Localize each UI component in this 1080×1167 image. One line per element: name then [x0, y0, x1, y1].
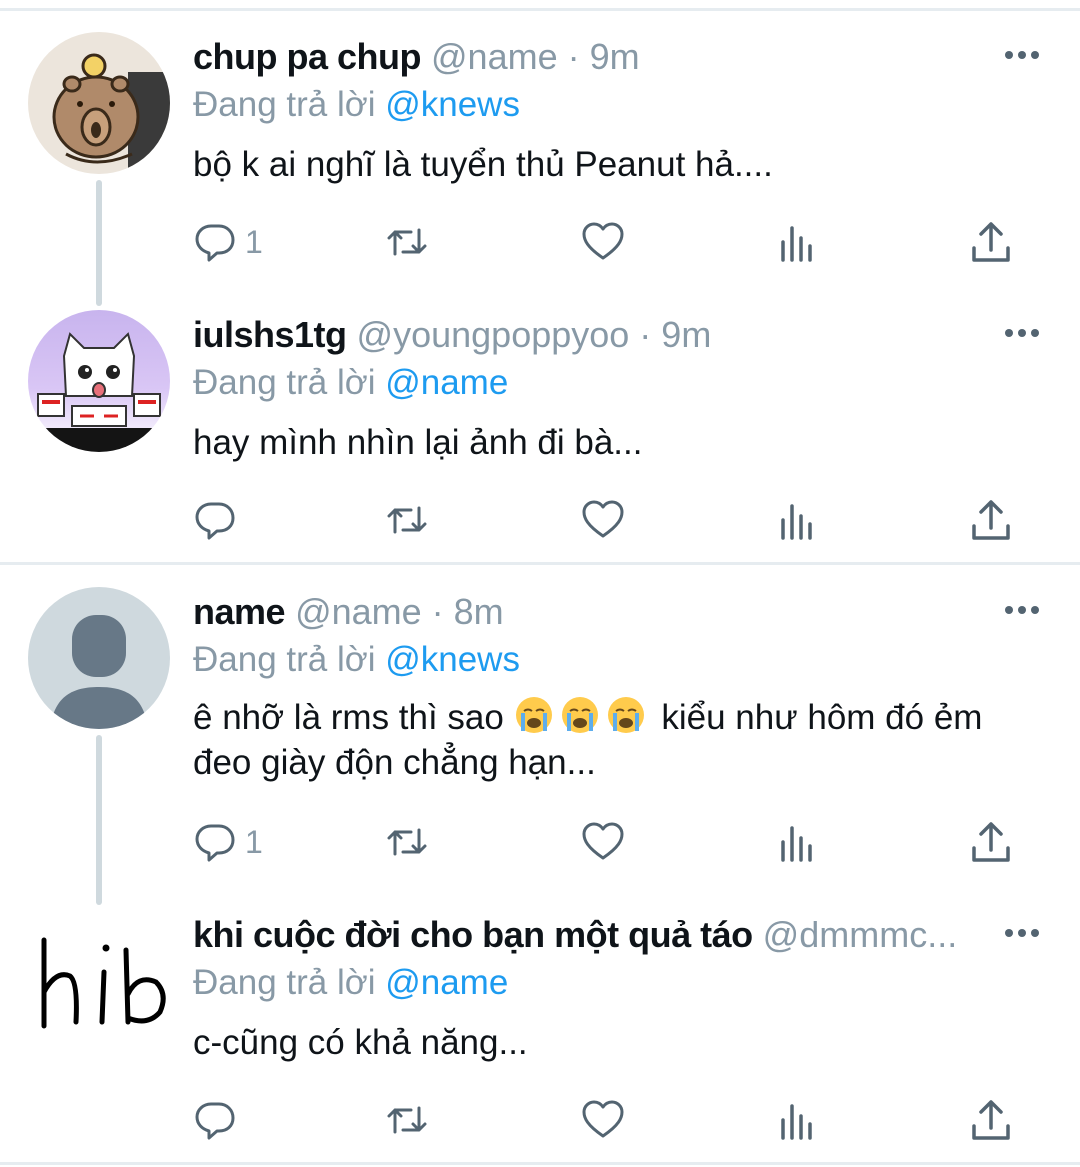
- more-icon[interactable]: [1002, 40, 1042, 70]
- display-name[interactable]: khi cuộc đời cho bạn một quả táo: [193, 914, 753, 955]
- like-button[interactable]: [581, 812, 625, 872]
- avatar[interactable]: [28, 587, 170, 729]
- divider-middle: [0, 562, 1080, 565]
- retweet-button[interactable]: [385, 212, 429, 272]
- tweet-text-start: ê nhỡ là rms thì sao: [193, 698, 504, 737]
- retweet-icon: [387, 228, 427, 256]
- tweet-text: hay mình nhìn lại ảnh đi bà...: [193, 423, 643, 462]
- display-name[interactable]: name: [193, 591, 286, 632]
- tweet-text: c-cũng có khả năng...: [193, 1023, 528, 1062]
- replying-label: Đang trả lời: [193, 640, 376, 679]
- avatar[interactable]: [28, 310, 170, 452]
- heart-icon: [582, 822, 624, 860]
- crying-face-icon: [607, 697, 644, 733]
- divider-top: [0, 8, 1080, 11]
- share-icon: [972, 222, 1010, 262]
- tweet-text: bộ k ai nghĩ là tuyển thủ Peanut hả....: [193, 145, 773, 184]
- reply-icon: [195, 224, 235, 262]
- views-icon: [781, 826, 812, 862]
- reply-count: 1: [245, 823, 263, 860]
- replying-mention[interactable]: @knews: [385, 640, 520, 679]
- share-icon: [972, 500, 1010, 540]
- replying-mention[interactable]: @name: [385, 963, 508, 1002]
- avatar[interactable]: [28, 32, 170, 174]
- display-name[interactable]: iulshs1tg: [193, 314, 347, 355]
- reply-button[interactable]: [193, 490, 245, 550]
- reply-icon: [195, 1102, 235, 1140]
- heart-icon: [582, 222, 624, 260]
- replying-label: Đang trả lời: [193, 963, 376, 1002]
- share-button[interactable]: [969, 212, 1013, 272]
- tweet[interactable]: khi cuộc đời cho bạn một quả táo @dmmmc.…: [0, 910, 1080, 1160]
- views-button[interactable]: [775, 1090, 819, 1150]
- views-button[interactable]: [775, 212, 819, 272]
- retweet-button[interactable]: [385, 490, 429, 550]
- views-button[interactable]: [775, 812, 819, 872]
- share-button[interactable]: [969, 812, 1013, 872]
- more-icon[interactable]: [1002, 318, 1042, 348]
- views-icon: [781, 1104, 812, 1140]
- like-button[interactable]: [581, 1090, 625, 1150]
- display-name[interactable]: chup pa chup: [193, 36, 422, 77]
- replying-label: Đang trả lời: [193, 85, 376, 124]
- thread-line: [96, 180, 102, 306]
- retweet-button[interactable]: [385, 1090, 429, 1150]
- like-button[interactable]: [581, 490, 625, 550]
- retweet-icon: [387, 506, 427, 534]
- views-icon: [781, 226, 812, 262]
- replying-label: Đang trả lời: [193, 363, 376, 402]
- handle-time[interactable]: @name · 8m: [295, 591, 504, 632]
- reply-icon: [195, 502, 235, 540]
- heart-icon: [582, 1100, 624, 1138]
- retweet-icon: [387, 828, 427, 856]
- share-icon: [972, 822, 1010, 862]
- tweet[interactable]: iulshs1tg @youngpoppyoo · 9m Đang trả lờ…: [0, 310, 1080, 560]
- reply-button[interactable]: [193, 1090, 245, 1150]
- views-button[interactable]: [775, 490, 819, 550]
- reply-icon: [195, 824, 235, 862]
- share-button[interactable]: [969, 1090, 1013, 1150]
- replying-mention[interactable]: @knews: [385, 85, 520, 124]
- crying-face-icon: [515, 697, 552, 733]
- more-icon[interactable]: [1002, 595, 1042, 625]
- reply-button[interactable]: 1: [193, 812, 263, 872]
- reply-count: 1: [245, 223, 263, 260]
- divider-bottom: [0, 1162, 1080, 1165]
- handle-time[interactable]: @name · 9m: [431, 36, 640, 77]
- retweet-icon: [387, 1106, 427, 1134]
- tweet-text: ê nhỡ là rms thì sao kiểu như hôm đó ẻm …: [193, 695, 1040, 785]
- reply-button[interactable]: 1: [193, 212, 263, 272]
- thread-line: [96, 735, 102, 905]
- share-icon: [972, 1100, 1010, 1140]
- heart-icon: [582, 500, 624, 538]
- tweet[interactable]: chup pa chup @name · 9m Đang trả lời @kn…: [0, 32, 1080, 306]
- replying-mention[interactable]: @name: [385, 363, 508, 402]
- handle-time[interactable]: @dmmmc...: [763, 914, 958, 955]
- retweet-button[interactable]: [385, 812, 429, 872]
- share-button[interactable]: [969, 490, 1013, 550]
- tweet[interactable]: name @name · 8m Đang trả lời @knews ê nh…: [0, 587, 1080, 905]
- more-icon[interactable]: [1002, 918, 1042, 948]
- handle-time[interactable]: @youngpoppyoo · 9m: [357, 314, 712, 355]
- like-button[interactable]: [581, 212, 625, 272]
- crying-face-icon: [561, 697, 598, 733]
- avatar[interactable]: [28, 910, 170, 1052]
- views-icon: [781, 504, 812, 540]
